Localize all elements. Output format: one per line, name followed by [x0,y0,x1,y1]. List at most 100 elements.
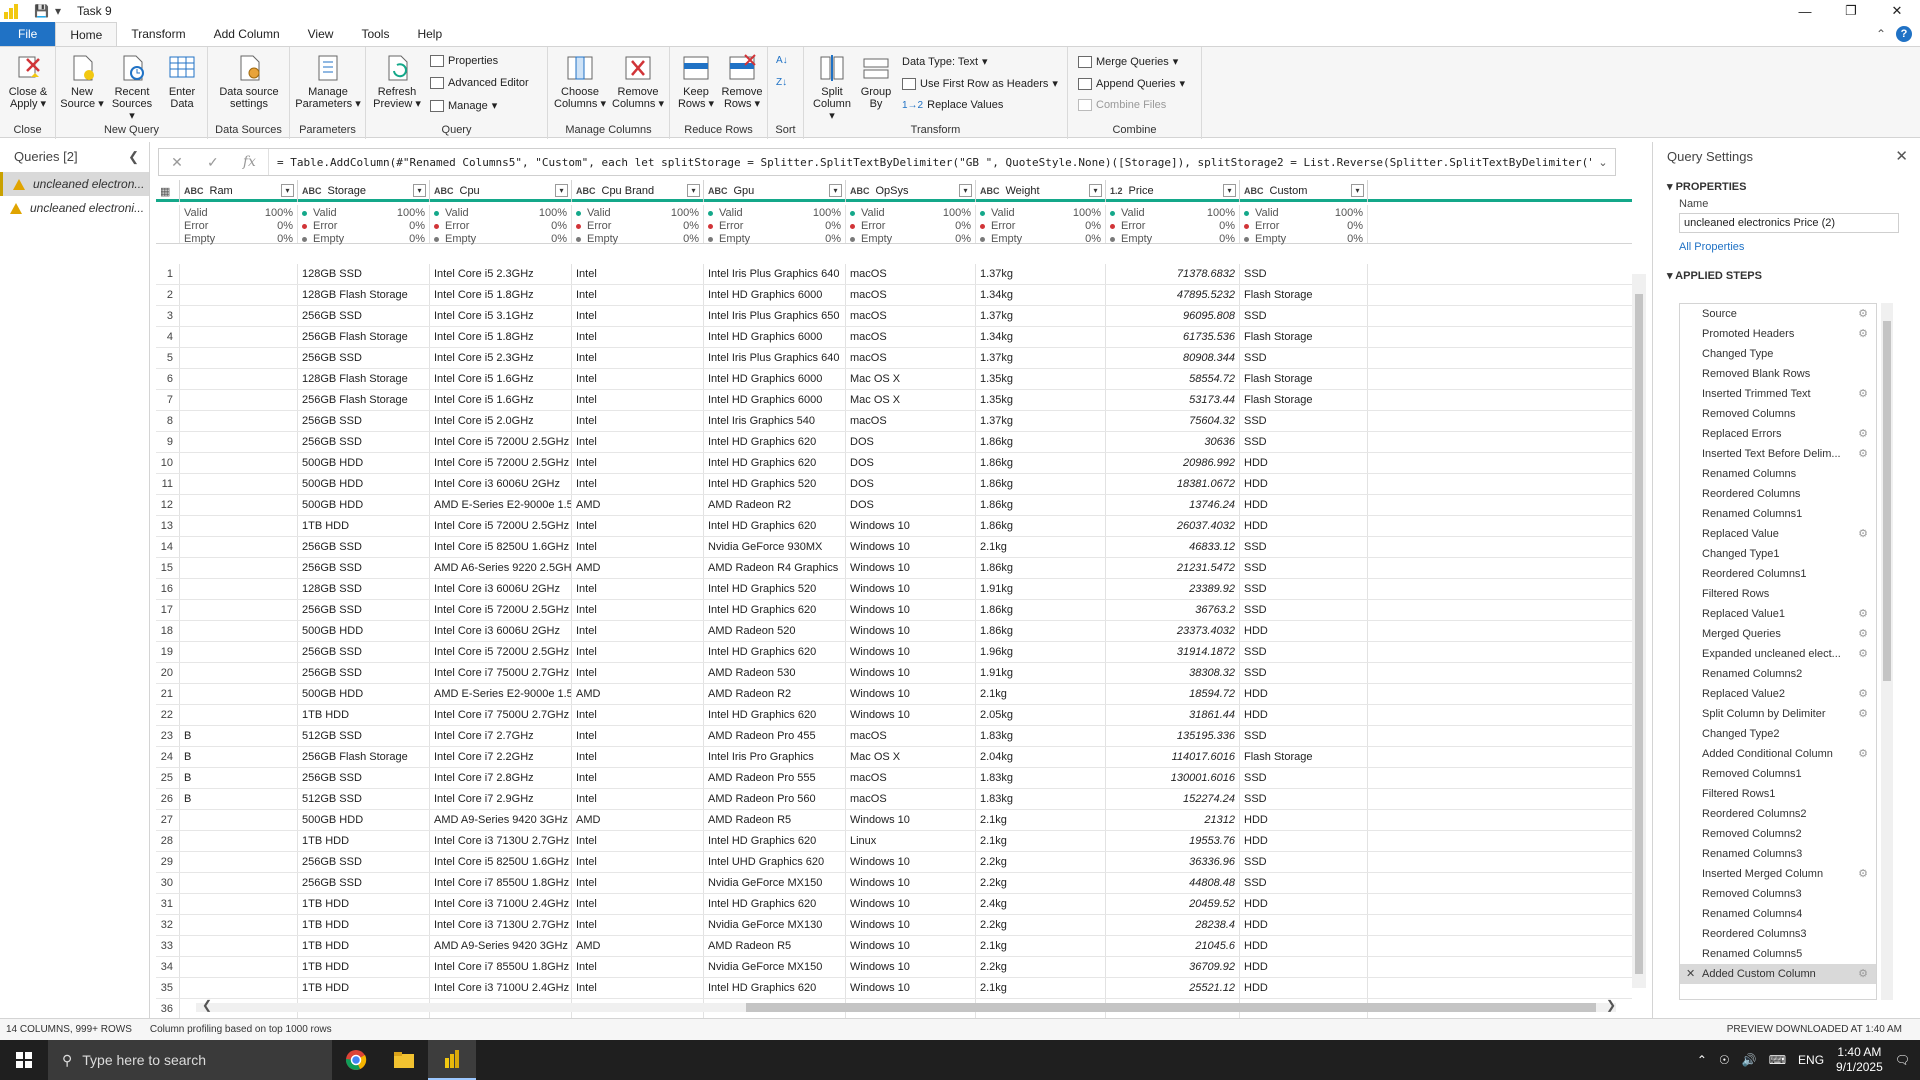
table-cell[interactable]: 256GB SSD [298,348,430,368]
table-cell[interactable]: Intel [572,285,704,305]
table-cell[interactable]: B [180,789,298,809]
table-cell[interactable]: HDD [1240,810,1368,830]
sort-ascending-icon[interactable]: A↓ [776,55,788,66]
table-cell[interactable]: Nvidia GeForce 930MX [704,537,846,557]
steps-scrollbar[interactable] [1881,303,1893,1000]
table-cell[interactable]: AMD A6-Series 9220 2.5GHz [430,558,572,578]
table-cell[interactable]: Intel [572,306,704,326]
cancel-formula-icon[interactable]: ✕ [171,154,183,171]
applied-step[interactable]: Removed Columns2 [1680,824,1876,844]
column-type-icon[interactable]: ABC [1244,186,1264,196]
recent-sources-button[interactable]: Recent Sources ▾ [110,53,154,122]
commit-formula-icon[interactable]: ✓ [207,154,219,171]
table-cell[interactable] [180,894,298,914]
table-cell[interactable]: 1.86kg [976,516,1106,536]
column-header-cpu-brand[interactable]: ABC Cpu Brand ▾ [572,180,704,202]
table-cell[interactable]: Intel Core i5 2.3GHz [430,348,572,368]
table-cell[interactable]: 256GB SSD [298,663,430,683]
table-cell[interactable]: AMD E-Series E2-9000e 1.5GHz [430,684,572,704]
step-settings-gear-icon[interactable]: ⚙ [1858,384,1868,404]
applied-step[interactable]: Promoted Headers ⚙ [1680,324,1876,344]
table-cell[interactable] [180,432,298,452]
table-cell[interactable]: 26037.4032 [1106,516,1240,536]
table-cell[interactable]: Intel Core i3 6006U 2GHz [430,579,572,599]
table-cell[interactable] [180,684,298,704]
step-settings-gear-icon[interactable]: ⚙ [1858,964,1868,984]
collapse-ribbon-icon[interactable]: ⌃ [1876,27,1886,41]
table-cell[interactable]: Intel Core i7 2.7GHz [430,726,572,746]
table-cell[interactable]: Intel Core i5 2.3GHz [430,264,572,284]
table-cell[interactable]: Intel [572,705,704,725]
table-cell[interactable]: Intel HD Graphics 620 [704,831,846,851]
table-cell[interactable]: 1.86kg [976,474,1106,494]
column-filter-dropdown-icon[interactable]: ▾ [1089,184,1102,197]
table-cell[interactable] [180,600,298,620]
table-cell[interactable]: Intel Core i5 1.8GHz [430,327,572,347]
applied-step[interactable]: Renamed Columns1 [1680,504,1876,524]
table-cell[interactable] [180,915,298,935]
help-icon[interactable]: ? [1896,26,1912,42]
table-cell[interactable]: 152274.24 [1106,789,1240,809]
table-cell[interactable]: Intel [572,642,704,662]
close-settings-icon[interactable]: ✕ [1895,142,1908,172]
table-cell[interactable]: Intel [572,579,704,599]
table-cell[interactable]: 80908.344 [1106,348,1240,368]
table-cell[interactable]: 135195.336 [1106,726,1240,746]
table-cell[interactable]: Intel [572,516,704,536]
table-cell[interactable]: 500GB HDD [298,621,430,641]
combine-files-button[interactable]: Combine Files [1078,99,1166,111]
table-cell[interactable]: Intel [572,915,704,935]
table-cell[interactable]: 1.37kg [976,306,1106,326]
applied-step[interactable]: Renamed Columns2 [1680,664,1876,684]
table-cell[interactable] [180,621,298,641]
table-cell[interactable] [180,348,298,368]
table-cell[interactable]: Intel HD Graphics 520 [704,474,846,494]
table-cell[interactable]: AMD Radeon Pro 560 [704,789,846,809]
table-cell[interactable]: 21312 [1106,810,1240,830]
table-cell[interactable]: SSD [1240,642,1368,662]
table-cell[interactable]: 1.83kg [976,768,1106,788]
table-cell[interactable] [180,978,298,998]
table-cell[interactable]: 500GB HDD [298,453,430,473]
expand-formula-icon[interactable]: ⌄ [1591,156,1615,169]
table-cell[interactable]: Nvidia GeForce MX150 [704,957,846,977]
clock[interactable]: 1:40 AM 9/1/2025 [1836,1045,1883,1075]
column-header-ram[interactable]: ABC Ram ▾ [180,180,298,202]
table-cell[interactable] [180,369,298,389]
table-cell[interactable]: SSD [1240,306,1368,326]
step-settings-gear-icon[interactable]: ⚙ [1858,704,1868,724]
table-cell[interactable]: macOS [846,306,976,326]
table-cell[interactable]: 1TB HDD [298,978,430,998]
tab-tools[interactable]: Tools [347,22,403,46]
sort-descending-icon[interactable]: Z↓ [776,77,787,88]
taskbar-search[interactable]: ⚲ Type here to search [48,1040,332,1080]
table-cell[interactable]: Intel Core i7 7500U 2.7GHz [430,705,572,725]
table-cell[interactable]: 2.2kg [976,957,1106,977]
table-cell[interactable] [180,957,298,977]
table-cell[interactable]: Intel Core i3 6006U 2GHz [430,474,572,494]
table-cell[interactable]: Flash Storage [1240,285,1368,305]
table-cell[interactable]: 512GB SSD [298,789,430,809]
table-cell[interactable]: AMD [572,936,704,956]
table-cell[interactable] [180,852,298,872]
table-cell[interactable]: Windows 10 [846,516,976,536]
table-cell[interactable]: Intel HD Graphics 620 [704,516,846,536]
tab-view[interactable]: View [294,22,348,46]
applied-step[interactable]: Replaced Value ⚙ [1680,524,1876,544]
table-cell[interactable]: 128GB Flash Storage [298,285,430,305]
table-cell[interactable]: Intel [572,789,704,809]
tab-file[interactable]: File [0,22,56,46]
table-cell[interactable]: 128GB Flash Storage [298,369,430,389]
table-cell[interactable]: 2.1kg [976,810,1106,830]
table-cell[interactable]: HDD [1240,516,1368,536]
table-cell[interactable]: 23373.4032 [1106,621,1240,641]
table-cell[interactable]: Intel Core i3 7130U 2.7GHz [430,915,572,935]
table-cell[interactable]: Intel [572,537,704,557]
table-cell[interactable]: Flash Storage [1240,369,1368,389]
table-cell[interactable]: 30636 [1106,432,1240,452]
table-cell[interactable]: Intel [572,873,704,893]
column-type-icon[interactable]: ABC [850,186,870,196]
table-cell[interactable]: SSD [1240,411,1368,431]
query-item[interactable]: uncleaned electron... [0,172,149,196]
applied-step[interactable]: Removed Columns1 [1680,764,1876,784]
